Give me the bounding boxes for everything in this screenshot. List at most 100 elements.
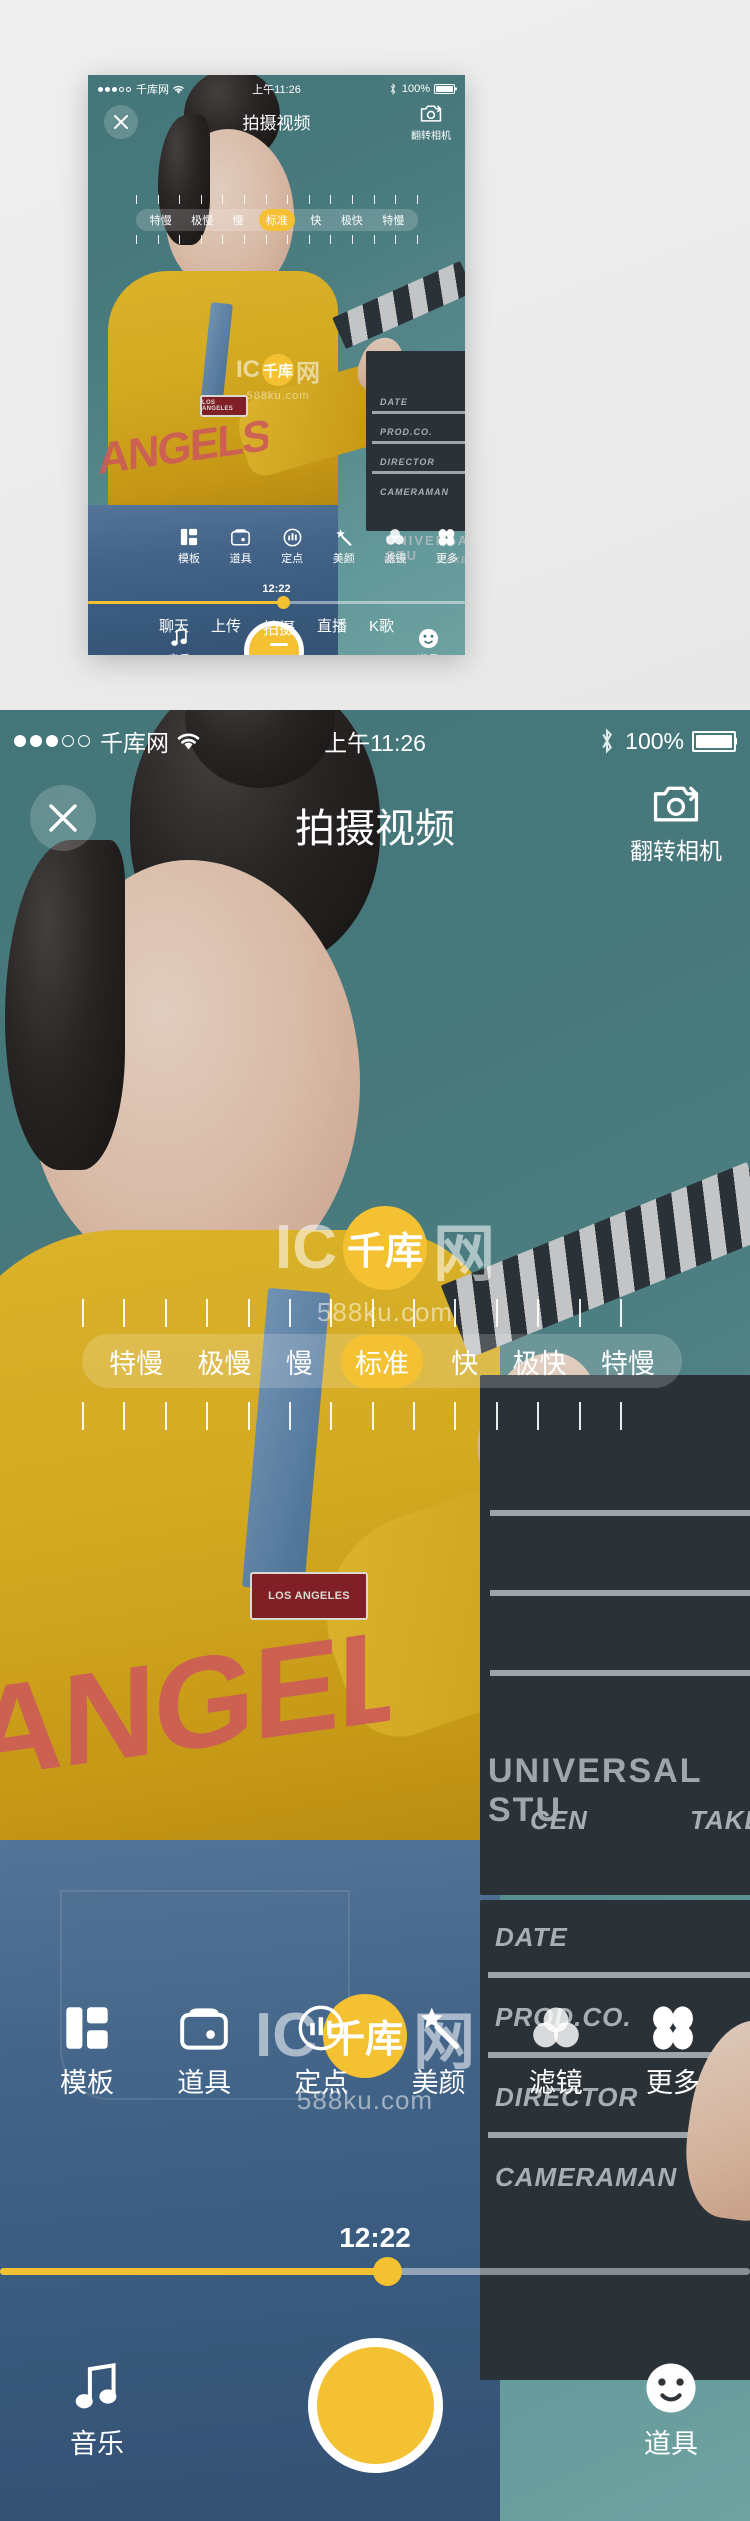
speed-option-2[interactable]: 慢: [229, 209, 248, 231]
speed-option-5[interactable]: 极快: [337, 209, 367, 231]
timeline-fill: [0, 2268, 390, 2275]
timeline-fill: [88, 601, 284, 604]
tool-beauty[interactable]: 美颜: [412, 2003, 466, 2100]
tool-template[interactable]: 模板: [178, 527, 200, 566]
battery-icon: [692, 730, 736, 752]
speed-selector[interactable]: 特慢 极慢 慢 标准 快 极快 特慢: [136, 209, 418, 231]
tool-label: 更多: [645, 2068, 700, 2098]
tool-more[interactable]: 更多: [436, 527, 458, 566]
camera-flip-icon: [420, 105, 442, 122]
timeline-knob[interactable]: [277, 596, 290, 609]
props-sticker-icon: [231, 527, 251, 547]
tool-label: 美颜: [411, 2068, 466, 2098]
speed-selector[interactable]: 特慢 极慢 慢 标准 快 极快 特慢: [82, 1334, 682, 1388]
nav-item-live[interactable]: 直播: [317, 615, 347, 636]
tool-label: 定点: [294, 2068, 349, 2098]
speed-option-0[interactable]: 特慢: [146, 209, 176, 231]
tool-filter[interactable]: 滤镜: [529, 2003, 583, 2100]
nav-label: 直播: [317, 618, 348, 635]
speed-option-4[interactable]: 快: [445, 1336, 484, 1387]
nav-item-shoot[interactable]: 拍摄: [262, 615, 295, 646]
timeline-duration: 12:22: [262, 583, 291, 595]
music-label: 音乐: [70, 2429, 124, 2459]
status-bar: 千库网 上午11:26 100%: [88, 81, 465, 97]
phone-preview-small: LOS ANGELES ANGELS DATE PROD.CO. DIRECTO…: [88, 75, 465, 655]
timeline-knob[interactable]: [373, 2257, 402, 2286]
beauty-wand-icon: [334, 527, 353, 547]
tool-fixed-point[interactable]: 定点: [294, 2003, 348, 2100]
nav-label: 拍摄: [262, 621, 295, 638]
tool-props[interactable]: 道具: [177, 2003, 231, 2100]
tool-label: 滤镜: [384, 553, 407, 565]
speed-ticks-bottom-row: [82, 1402, 622, 1430]
page-title: 拍摄视频: [242, 114, 311, 133]
tool-label: 美颜: [332, 553, 355, 565]
speed-ticks-top: [136, 195, 418, 204]
tool-template[interactable]: 模板: [60, 2003, 114, 2100]
nav-active-underline: [269, 643, 288, 646]
template-grid-icon: [180, 527, 198, 547]
tool-more[interactable]: 更多: [646, 2003, 700, 2100]
tool-filter[interactable]: 滤镜: [384, 527, 406, 566]
battery-fill: [696, 734, 732, 748]
bluetooth-icon: [390, 83, 396, 95]
speed-ticks-bottom: [136, 235, 418, 244]
battery-icon: [434, 84, 455, 94]
flip-camera-button[interactable]: 翻转相机: [411, 103, 451, 142]
tool-fixed-point[interactable]: 定点: [281, 527, 303, 566]
page-root: LOS ANGELES ANGELS DATE PROD.CO. DIRECTO…: [0, 0, 750, 2521]
tool-label: 模板: [178, 553, 200, 565]
nav-label: 聊天: [158, 618, 189, 635]
music-label: 音乐: [168, 651, 190, 655]
tool-label: 道具: [177, 2068, 232, 2098]
more-petals-icon: [649, 2003, 697, 2053]
speed-ticks-top-row: [82, 1299, 622, 1327]
status-time: 上午11:26: [252, 84, 301, 96]
bluetooth-icon: [602, 728, 613, 754]
speed-option-0[interactable]: 特慢: [103, 1336, 169, 1387]
camera-flip-icon: [653, 786, 699, 822]
tool-row: 模板 道具 定点 美颜 滤镜 更多: [178, 527, 458, 566]
battery-fill: [436, 86, 453, 92]
status-bar: 千库网 上午11:26 100%: [0, 724, 750, 758]
tool-label: 模板: [60, 2068, 114, 2098]
tool-row: 模板 道具 定点 美颜 滤镜 更多: [60, 2003, 700, 2100]
nav-item-chat[interactable]: 聊天: [159, 615, 189, 636]
status-time: 上午11:26: [324, 730, 426, 756]
speed-option-5[interactable]: 极快: [507, 1336, 573, 1387]
fixed-point-icon: [283, 527, 302, 547]
tool-props[interactable]: 道具: [230, 527, 252, 566]
tool-label: 更多: [435, 553, 458, 565]
props-button[interactable]: 道具: [644, 2360, 698, 2461]
filter-circles-icon: [385, 527, 405, 547]
props-label: 道具: [417, 651, 439, 655]
speed-option-1[interactable]: 极慢: [191, 1336, 257, 1387]
props-label: 道具: [644, 2429, 698, 2459]
beauty-wand-icon: [415, 2003, 463, 2053]
flip-camera-label: 翻转相机: [411, 131, 451, 142]
speed-option-2[interactable]: 慢: [280, 1336, 319, 1387]
speed-option-3[interactable]: 标准: [258, 209, 295, 231]
flip-camera-button[interactable]: 翻转相机: [630, 782, 722, 866]
music-button[interactable]: 音乐: [70, 2360, 124, 2461]
flip-camera-label: 翻转相机: [630, 838, 722, 864]
filter-circles-icon: [530, 2003, 582, 2053]
more-petals-icon: [437, 527, 456, 547]
speed-option-1[interactable]: 极慢: [187, 209, 217, 231]
tool-label: 道具: [229, 553, 252, 565]
nav-label: K歌: [369, 618, 395, 635]
record-button[interactable]: [308, 2338, 443, 2473]
face-props-icon: [644, 2360, 698, 2416]
speed-option-6[interactable]: 特慢: [378, 209, 408, 231]
template-grid-icon: [64, 2003, 110, 2053]
props-sticker-icon: [180, 2003, 228, 2053]
speed-option-3[interactable]: 标准: [340, 1334, 423, 1388]
tool-label: 定点: [281, 553, 304, 565]
nav-item-upload[interactable]: 上传: [211, 615, 241, 636]
speed-option-4[interactable]: 快: [306, 209, 325, 231]
nav-item-karaoke[interactable]: K歌: [369, 615, 394, 636]
camera-viewfinder-small: LOS ANGELES ANGELS DATE PROD.CO. DIRECTO…: [88, 75, 465, 655]
speed-option-6[interactable]: 特慢: [595, 1336, 661, 1387]
viewfinder-dim: [88, 75, 465, 655]
tool-beauty[interactable]: 美颜: [333, 527, 355, 566]
